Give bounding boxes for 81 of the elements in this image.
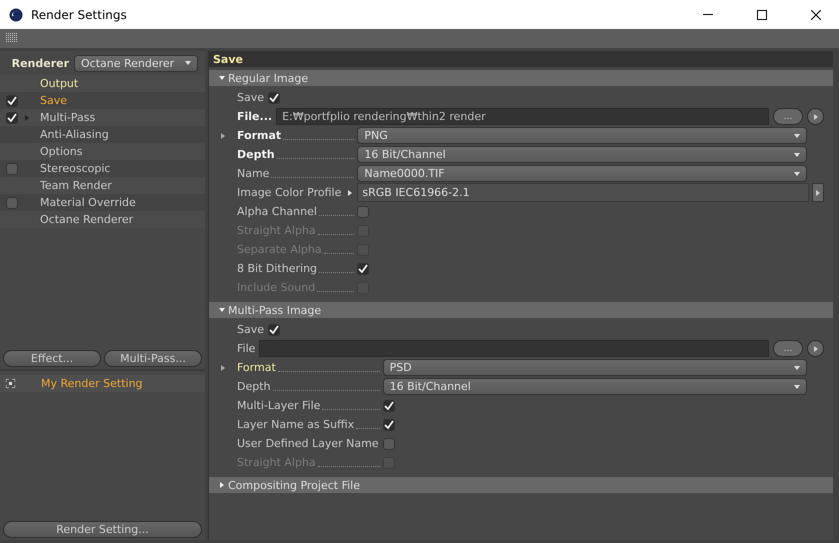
field-label: Alpha Channel — [237, 205, 317, 218]
tree-item[interactable]: Output — [40, 77, 78, 90]
field-label: Format — [237, 129, 282, 142]
tree-item[interactable]: Anti-Aliasing — [40, 128, 109, 141]
play-icon — [812, 346, 818, 352]
expand-arrow-icon — [24, 114, 30, 120]
field-label: File... — [237, 110, 272, 123]
checkbox[interactable] — [382, 418, 395, 430]
renderer-label: Renderer — [12, 56, 69, 70]
field-label: Depth — [237, 148, 275, 161]
checkbox[interactable] — [357, 262, 370, 274]
file-path-field[interactable]: E:₩portfplio rendering₩thin2 render — [276, 108, 769, 125]
field-label: File — [237, 342, 256, 355]
color-profile-field[interactable]: sRGB IEC61966-2.1 — [357, 183, 809, 202]
minimize-icon — [703, 14, 713, 15]
checkbox[interactable] — [6, 94, 18, 106]
app-logo-icon — [9, 8, 23, 22]
caret-icon — [219, 307, 225, 313]
section-header[interactable]: Compositing Project File — [209, 477, 833, 493]
checkbox[interactable] — [6, 112, 18, 124]
dropdown[interactable]: PSD — [382, 359, 807, 376]
renderer-dropdown[interactable]: Octane Renderer — [74, 54, 198, 72]
check-icon — [269, 325, 280, 334]
play-icon — [812, 114, 818, 120]
file-path-field[interactable] — [259, 340, 769, 357]
checkbox[interactable] — [6, 162, 18, 174]
field-label: Layer Name as Suffix — [237, 418, 354, 431]
field-label: Depth — [237, 380, 271, 393]
checkbox[interactable] — [6, 196, 18, 208]
focus-icon — [6, 379, 15, 388]
window-title: Render Settings — [31, 8, 128, 22]
dropdown[interactable]: PNG — [357, 127, 807, 144]
maximize-icon — [757, 10, 767, 20]
check-icon — [358, 264, 368, 273]
arrow-icon — [815, 190, 821, 196]
tree-item[interactable]: Options — [40, 145, 82, 158]
check-icon — [384, 420, 394, 429]
caret-icon — [219, 482, 225, 488]
field-label: User Defined Layer Name — [237, 437, 379, 450]
caret-icon — [794, 170, 800, 176]
play-button[interactable] — [807, 340, 824, 357]
dropdown[interactable]: 16 Bit/Channel — [357, 146, 807, 163]
tree-item[interactable]: Material Override — [40, 196, 136, 209]
check-icon — [269, 93, 280, 102]
caret-icon — [794, 384, 800, 390]
dropdown[interactable]: 16 Bit/Channel — [382, 378, 807, 395]
effect-button[interactable]: Multi-Pass... — [104, 350, 202, 367]
expand-arrow-icon — [220, 132, 226, 138]
browse-button[interactable]: ... — [773, 340, 803, 357]
checkbox[interactable] — [382, 438, 395, 450]
tree-item[interactable]: Save — [40, 94, 68, 107]
field-label: Save — [237, 323, 264, 336]
close-icon — [811, 10, 821, 20]
checkbox[interactable] — [382, 400, 395, 412]
caret-icon — [185, 60, 191, 66]
panel-title: Save — [209, 51, 833, 67]
field-label: Multi-Layer File — [237, 399, 320, 412]
play-button[interactable] — [807, 108, 824, 125]
checkbox[interactable] — [268, 324, 280, 336]
tree-item[interactable]: Stereoscopic — [40, 162, 110, 175]
field-label: 8 Bit Dithering — [237, 262, 318, 275]
effect-button[interactable]: Effect... — [3, 350, 101, 367]
dropdown[interactable]: Name0000.TIF — [357, 165, 807, 182]
field-label: Format — [237, 361, 276, 374]
check-icon — [384, 401, 394, 410]
caret-icon — [794, 364, 800, 370]
caret-icon — [219, 75, 225, 81]
section-header[interactable]: Regular Image — [209, 70, 833, 86]
caret-icon — [794, 152, 800, 158]
checkbox[interactable] — [268, 92, 280, 104]
section-header[interactable]: Multi-Pass Image — [209, 302, 833, 318]
field-label: Save — [237, 91, 264, 104]
expand-arrow-icon — [347, 190, 354, 196]
checkbox[interactable] — [357, 206, 370, 218]
field-label: Name — [237, 167, 270, 180]
render-setting-button[interactable]: Render Setting... — [3, 521, 202, 538]
expand-arrow-icon — [220, 364, 226, 370]
field-label: Image Color Profile — [237, 186, 342, 199]
profile-menu-button[interactable] — [812, 183, 824, 202]
browse-button[interactable]: ... — [773, 108, 803, 125]
caret-icon — [794, 132, 800, 138]
